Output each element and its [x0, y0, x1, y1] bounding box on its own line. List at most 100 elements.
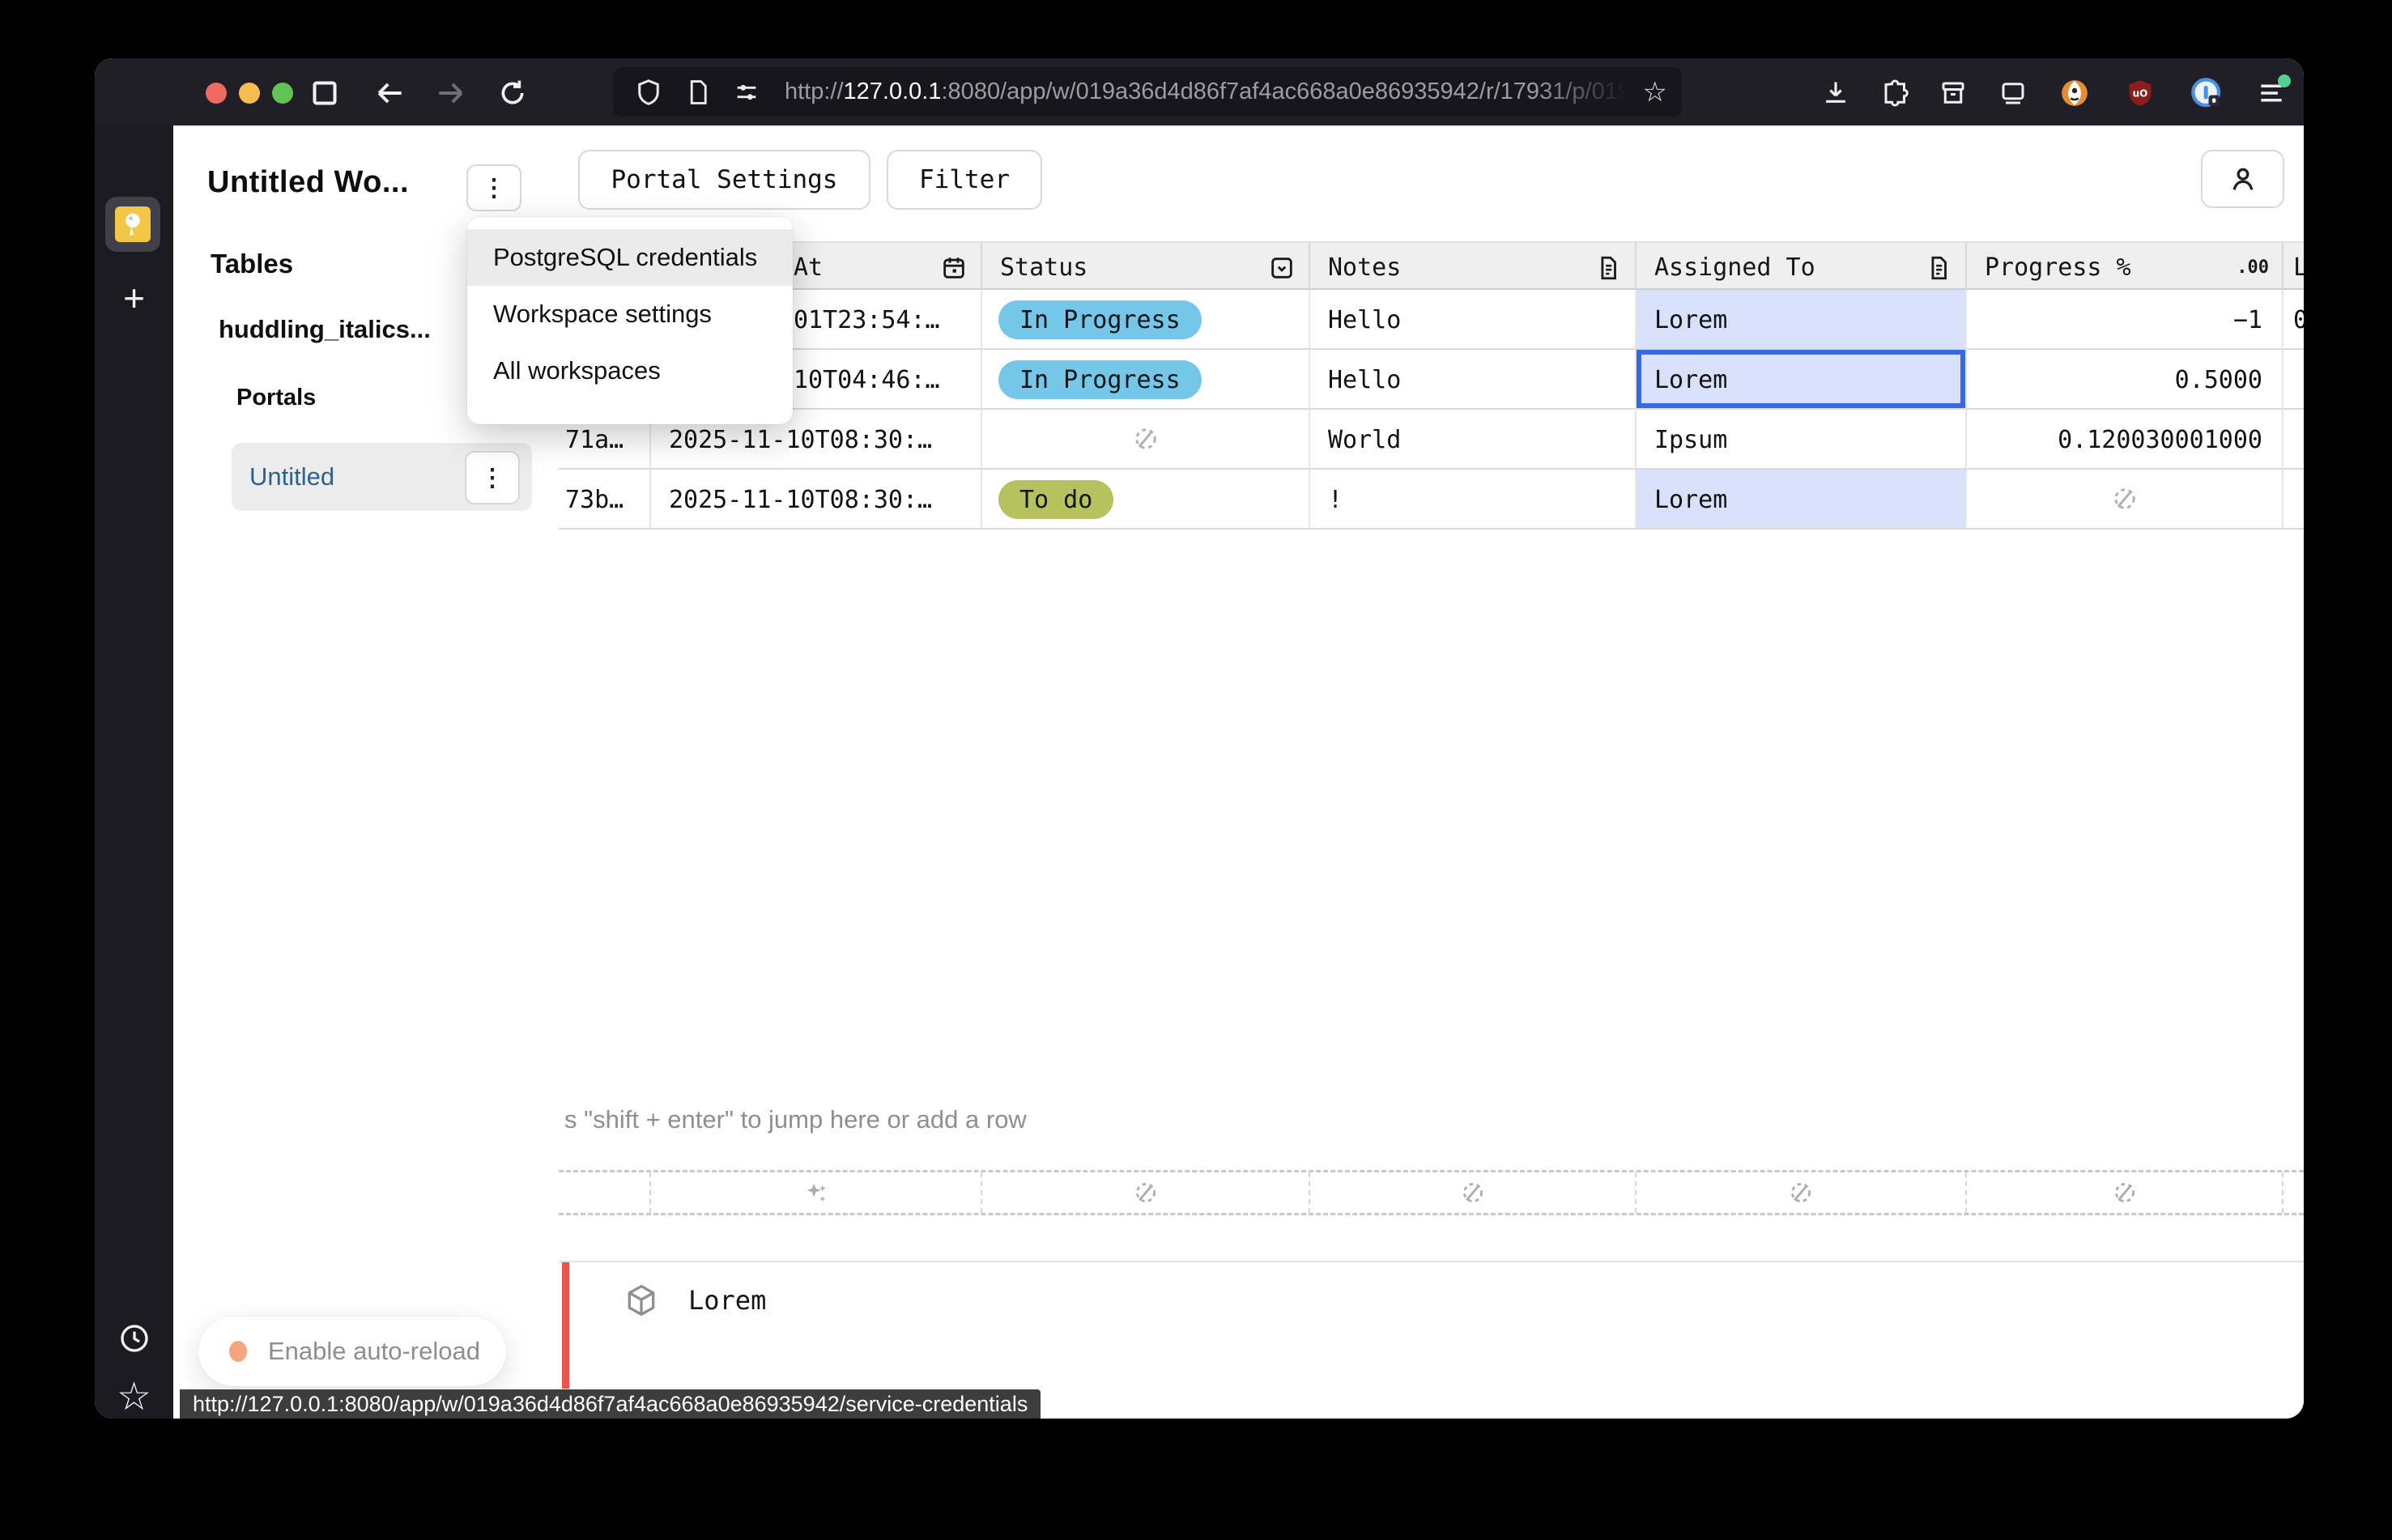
tracking-shield-icon[interactable]	[634, 78, 663, 107]
new-row-strip[interactable]	[559, 1170, 2304, 1215]
column-header-notes[interactable]: Notes	[1310, 241, 1637, 290]
new-cell-id[interactable]	[559, 1172, 651, 1213]
reload-icon[interactable]	[492, 74, 534, 112]
cell-last[interactable]	[2283, 350, 2304, 410]
extensions-icon[interactable]	[1875, 73, 1917, 113]
status-badge: In Progress	[998, 360, 1202, 399]
column-header-status[interactable]: Status	[982, 241, 1310, 290]
user-button[interactable]	[2201, 150, 2284, 208]
table-row: 71a… 2025-11-10T08:30:… World Ipsum 0.12…	[559, 410, 2304, 470]
screenshot-icon[interactable]	[1992, 73, 2034, 113]
cell-progress[interactable]	[1967, 470, 2283, 530]
new-cell-notes[interactable]	[1310, 1172, 1637, 1213]
forward-icon[interactable]	[430, 74, 472, 112]
new-cell-last[interactable]	[2283, 1172, 2304, 1213]
new-cell-status[interactable]	[982, 1172, 1310, 1213]
privacy-badger-extension-icon[interactable]	[2054, 73, 2096, 113]
svg-text:uO: uO	[2133, 88, 2148, 100]
tables-section-label: Tables	[211, 249, 293, 279]
cell-notes[interactable]: Hello	[1310, 290, 1637, 350]
cube-icon	[624, 1283, 659, 1318]
table-row: 10T04:46:… In Progress Hello Lorem 0.500…	[559, 350, 2304, 410]
table-row: 01T23:54:… In Progress Hello Lorem −1 0	[559, 290, 2304, 350]
new-tab-button[interactable]: +	[95, 274, 173, 322]
cell-status[interactable]: In Progress	[982, 290, 1310, 350]
decimal-format-icon: .00	[2237, 257, 2269, 278]
cell-notes[interactable]: World	[1310, 410, 1637, 470]
menu-item-workspace-settings[interactable]: Workspace settings	[467, 286, 793, 342]
portal-link[interactable]: Untitled	[249, 462, 334, 491]
update-badge	[2278, 74, 2291, 87]
select-icon	[1268, 254, 1296, 282]
bookmarks-star-icon[interactable]: ☆	[95, 1372, 173, 1419]
back-icon[interactable]	[368, 74, 411, 112]
auto-reload-label: Enable auto-reload	[268, 1337, 480, 1366]
downloads-icon[interactable]	[1815, 73, 1857, 113]
ublock-origin-extension-icon[interactable]: uO	[2119, 73, 2161, 113]
column-header-progress[interactable]: Progress % .00	[1967, 241, 2283, 290]
cell-notes[interactable]: !	[1310, 470, 1637, 530]
cell-id[interactable]: 73b…	[559, 470, 651, 530]
app-menu-icon[interactable]	[2250, 73, 2292, 113]
new-cell-progress[interactable]	[1967, 1172, 2283, 1213]
cell-status[interactable]: In Progress	[982, 350, 1310, 410]
column-header-assigned-to[interactable]: Assigned To	[1637, 241, 1967, 290]
enable-auto-reload-button[interactable]: Enable auto-reload	[198, 1317, 506, 1386]
menu-item-all-workspaces[interactable]: All workspaces	[467, 342, 793, 399]
text-doc-icon	[1925, 254, 1952, 282]
cell-notes[interactable]: Hello	[1310, 350, 1637, 410]
record-accent-bar	[562, 1262, 569, 1389]
cell-status[interactable]: To do	[982, 470, 1310, 530]
browser-toolbar: http://127.0.0.1:8080/app/w/019a36d4d86f…	[95, 58, 2304, 125]
null-value-icon	[1967, 470, 2282, 528]
status-badge: In Progress	[998, 300, 1202, 339]
cell-last[interactable]: 0	[2283, 290, 2304, 350]
cell-progress[interactable]: −1	[1967, 290, 2283, 350]
cell-last[interactable]	[2283, 410, 2304, 470]
cell-status[interactable]	[982, 410, 1310, 470]
cell-last[interactable]	[2283, 470, 2304, 530]
permissions-icon[interactable]	[733, 79, 760, 106]
null-value-icon	[982, 410, 1309, 468]
password-manager-extension-icon[interactable]	[2186, 73, 2228, 113]
workspace-title: Untitled Wo...	[207, 165, 409, 200]
null-value-icon	[1132, 1179, 1160, 1206]
filter-button[interactable]: Filter	[887, 150, 1042, 210]
cell-at[interactable]: 2025-11-10T08:30:…	[651, 470, 982, 530]
containers-icon[interactable]	[1932, 73, 1974, 113]
panel-divider	[559, 1261, 2304, 1262]
null-value-icon	[1787, 1179, 1815, 1206]
portal-menu-button[interactable]: ⋮	[465, 451, 520, 504]
menu-item-postgresql-credentials[interactable]: PostgreSQL credentials	[467, 229, 793, 286]
cell-assigned-to-active[interactable]: Lorem	[1637, 350, 1967, 410]
cell-progress[interactable]: 0.120030001000	[1967, 410, 2283, 470]
sidebar-item-table[interactable]: huddling_italics...	[219, 315, 431, 344]
portal-settings-button[interactable]: Portal Settings	[578, 150, 870, 210]
calendar-icon	[940, 254, 968, 282]
auto-reload-status-dot	[229, 1341, 247, 1362]
cell-progress[interactable]: 0.5000	[1967, 350, 2283, 410]
sidebar-item-portal[interactable]: Untitled ⋮	[232, 443, 532, 511]
null-value-icon	[2111, 1179, 2139, 1206]
browser-window: http://127.0.0.1:8080/app/w/019a36d4d86f…	[95, 58, 2304, 1419]
window-zoom-button[interactable]	[272, 83, 293, 104]
cell-assigned-to[interactable]: Lorem	[1637, 290, 1967, 350]
column-header-last[interactable]: L	[2283, 241, 2304, 290]
workspace-menu-button[interactable]: ⋮	[466, 164, 521, 211]
address-bar[interactable]: http://127.0.0.1:8080/app/w/019a36d4d86f…	[613, 67, 1682, 117]
status-bar-link-tooltip: http://127.0.0.1:8080/app/w/019a36d4d86f…	[180, 1389, 1041, 1419]
window-minimize-button[interactable]	[239, 83, 260, 104]
new-cell-assigned-to[interactable]	[1637, 1172, 1967, 1213]
active-tab[interactable]	[105, 197, 160, 252]
new-cell-at[interactable]	[651, 1172, 982, 1213]
url-text: http://127.0.0.1:8080/app/w/019a36d4d86f…	[785, 79, 1637, 105]
sidebar-toggle-icon[interactable]	[304, 74, 346, 112]
cell-assigned-to[interactable]: Lorem	[1637, 470, 1967, 530]
cell-assigned-to[interactable]: Ipsum	[1637, 410, 1967, 470]
history-icon[interactable]	[95, 1314, 173, 1363]
workspace-menu: PostgreSQL credentials Workspace setting…	[467, 217, 793, 424]
window-close-button[interactable]	[206, 83, 227, 104]
sparkle-icon	[802, 1179, 830, 1206]
bookmark-star-icon[interactable]: ☆	[1643, 76, 1667, 108]
page-info-icon[interactable]	[684, 79, 712, 106]
